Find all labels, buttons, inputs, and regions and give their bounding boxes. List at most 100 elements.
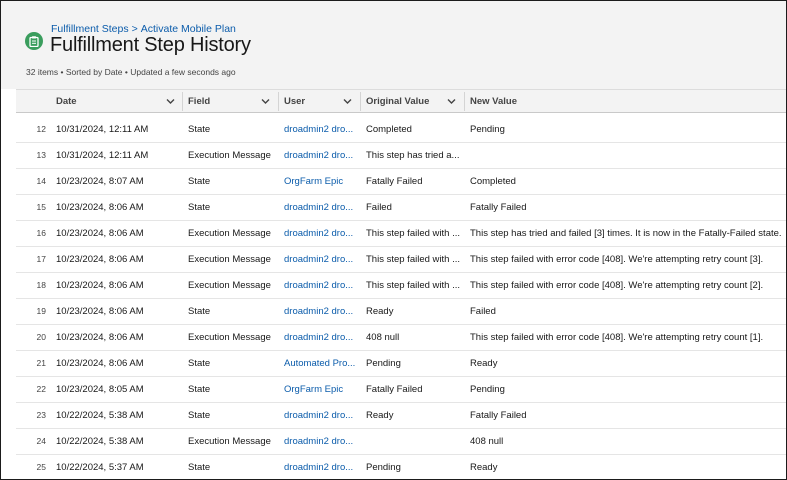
cell-field: State xyxy=(188,384,211,395)
cell-date: 10/23/2024, 8:06 AM xyxy=(56,228,144,239)
cell-field: Execution Message xyxy=(188,150,271,161)
row-number: 25 xyxy=(36,462,46,472)
row-number: 19 xyxy=(36,306,46,316)
row-number: 20 xyxy=(36,332,46,342)
table-row: 18 10/23/2024, 8:06 AM Execution Message… xyxy=(16,273,786,299)
cell-field: State xyxy=(188,306,211,317)
cell-field: Execution Message xyxy=(188,436,271,447)
cell-field: State xyxy=(188,410,211,421)
row-number: 24 xyxy=(36,436,46,446)
table-row: 15 10/23/2024, 8:06 AM State droadmin2 d… xyxy=(16,195,786,221)
cell-user-link[interactable]: droadmin2 dro... xyxy=(284,299,356,324)
table-row: 22 10/23/2024, 8:05 AM State OrgFarm Epi… xyxy=(16,377,786,403)
table-row: 23 10/22/2024, 5:38 AM State droadmin2 d… xyxy=(16,403,786,429)
cell-original-value: This step has tried a... xyxy=(366,150,460,161)
column-original-label: Original Value xyxy=(366,96,430,107)
cell-original-value: This step failed with ... xyxy=(366,228,460,239)
row-number: 22 xyxy=(36,384,46,394)
column-header-field[interactable]: Field xyxy=(182,90,278,113)
cell-date: 10/23/2024, 8:06 AM xyxy=(56,202,144,213)
cell-user-link[interactable]: droadmin2 dro... xyxy=(284,247,356,272)
cell-user-link[interactable]: droadmin2 dro... xyxy=(284,455,356,479)
chevron-down-icon[interactable] xyxy=(343,98,352,105)
table-row: 19 10/23/2024, 8:06 AM State droadmin2 d… xyxy=(16,299,786,325)
row-number: 21 xyxy=(36,358,46,368)
cell-original-value: Failed xyxy=(366,202,392,213)
row-number: 16 xyxy=(36,228,46,238)
cell-user-link[interactable]: droadmin2 dro... xyxy=(284,325,356,350)
cell-date: 10/23/2024, 8:06 AM xyxy=(56,254,144,265)
cell-user-link[interactable]: droadmin2 dro... xyxy=(284,403,356,428)
cell-field: Execution Message xyxy=(188,332,271,343)
cell-original-value: Ready xyxy=(366,410,394,421)
cell-user-link[interactable]: OrgFarm Epic xyxy=(284,377,356,402)
table-row: 16 10/23/2024, 8:06 AM Execution Message… xyxy=(16,221,786,247)
row-number: 12 xyxy=(36,124,46,134)
cell-field: State xyxy=(188,202,211,213)
column-header-new-value[interactable]: New Value xyxy=(464,90,786,113)
cell-new-value: Ready xyxy=(470,462,498,473)
column-user-label: User xyxy=(284,96,306,107)
cell-user-link[interactable]: droadmin2 dro... xyxy=(284,117,356,142)
row-number: 23 xyxy=(36,410,46,420)
cell-date: 10/22/2024, 5:38 AM xyxy=(56,436,144,447)
row-number: 17 xyxy=(36,254,46,264)
column-field-label: Field xyxy=(188,96,211,107)
row-number: 13 xyxy=(36,150,46,160)
table-row: 14 10/23/2024, 8:07 AM State OrgFarm Epi… xyxy=(16,169,786,195)
cell-new-value: Pending xyxy=(470,384,505,395)
chevron-down-icon[interactable] xyxy=(261,98,270,105)
cell-new-value: Fatally Failed xyxy=(470,202,527,213)
cell-new-value: This step has tried and failed [3] times… xyxy=(470,228,782,239)
cell-field: State xyxy=(188,462,211,473)
cell-user-link[interactable]: droadmin2 dro... xyxy=(284,429,356,454)
cell-new-value: This step failed with error code [408]. … xyxy=(470,280,764,291)
column-header-original-value[interactable]: Original Value xyxy=(360,90,464,113)
table-row: 21 10/23/2024, 8:06 AM State Automated P… xyxy=(16,351,786,377)
cell-new-value: Fatally Failed xyxy=(470,410,527,421)
chevron-down-icon[interactable] xyxy=(447,98,456,105)
cell-date: 10/23/2024, 8:06 AM xyxy=(56,306,144,317)
cell-date: 10/23/2024, 8:07 AM xyxy=(56,176,144,187)
cell-date: 10/22/2024, 5:38 AM xyxy=(56,410,144,421)
table-row: 20 10/23/2024, 8:06 AM Execution Message… xyxy=(16,325,786,351)
cell-user-link[interactable]: droadmin2 dro... xyxy=(284,143,356,168)
cell-date: 10/23/2024, 8:06 AM xyxy=(56,280,144,291)
cell-field: Execution Message xyxy=(188,228,271,239)
cell-date: 10/31/2024, 12:11 AM xyxy=(56,124,149,135)
cell-original-value: Pending xyxy=(366,358,401,369)
cell-original-value: Fatally Failed xyxy=(366,176,423,187)
cell-original-value: This step failed with ... xyxy=(366,280,460,291)
cell-original-value: 408 null xyxy=(366,332,400,343)
cell-original-value: This step failed with ... xyxy=(366,254,460,265)
window-frame: Fulfillment Steps > Activate Mobile Plan F… xyxy=(0,0,787,480)
cell-user-link[interactable]: droadmin2 dro... xyxy=(284,221,356,246)
cell-field: Execution Message xyxy=(188,280,271,291)
table-header: Date Field User Original Value New Value xyxy=(16,89,786,113)
cell-user-link[interactable]: droadmin2 dro... xyxy=(284,273,356,298)
table-row: 12 10/31/2024, 12:11 AM State droadmin2 … xyxy=(16,117,786,143)
page-title: Fulfillment Step History xyxy=(50,34,251,56)
cell-field: State xyxy=(188,176,211,187)
list-meta-info: 32 items • Sorted by Date • Updated a fe… xyxy=(26,67,236,77)
cell-new-value: Ready xyxy=(470,358,498,369)
cell-date: 10/23/2024, 8:05 AM xyxy=(56,384,144,395)
chevron-down-icon[interactable] xyxy=(166,98,175,105)
cell-new-value: Completed xyxy=(470,176,516,187)
page-clipboard-icon xyxy=(25,32,43,50)
table-row: 24 10/22/2024, 5:38 AM Execution Message… xyxy=(16,429,786,455)
cell-new-value xyxy=(470,143,786,168)
cell-field: State xyxy=(188,124,211,135)
column-header-user[interactable]: User xyxy=(278,90,360,113)
table-row: 25 10/22/2024, 5:37 AM State droadmin2 d… xyxy=(16,455,786,479)
cell-date: 10/31/2024, 12:11 AM xyxy=(56,150,149,161)
cell-user-link[interactable]: OrgFarm Epic xyxy=(284,169,356,194)
cell-new-value: Failed xyxy=(470,306,496,317)
cell-user-link[interactable]: Automated Pro... xyxy=(284,351,356,376)
column-header-date[interactable]: Date xyxy=(50,90,183,113)
table-row: 13 10/31/2024, 12:11 AM Execution Messag… xyxy=(16,143,786,169)
cell-user-link[interactable]: droadmin2 dro... xyxy=(284,195,356,220)
row-number: 15 xyxy=(36,202,46,212)
row-number: 14 xyxy=(36,176,46,186)
cell-new-value: 408 null xyxy=(470,436,504,447)
